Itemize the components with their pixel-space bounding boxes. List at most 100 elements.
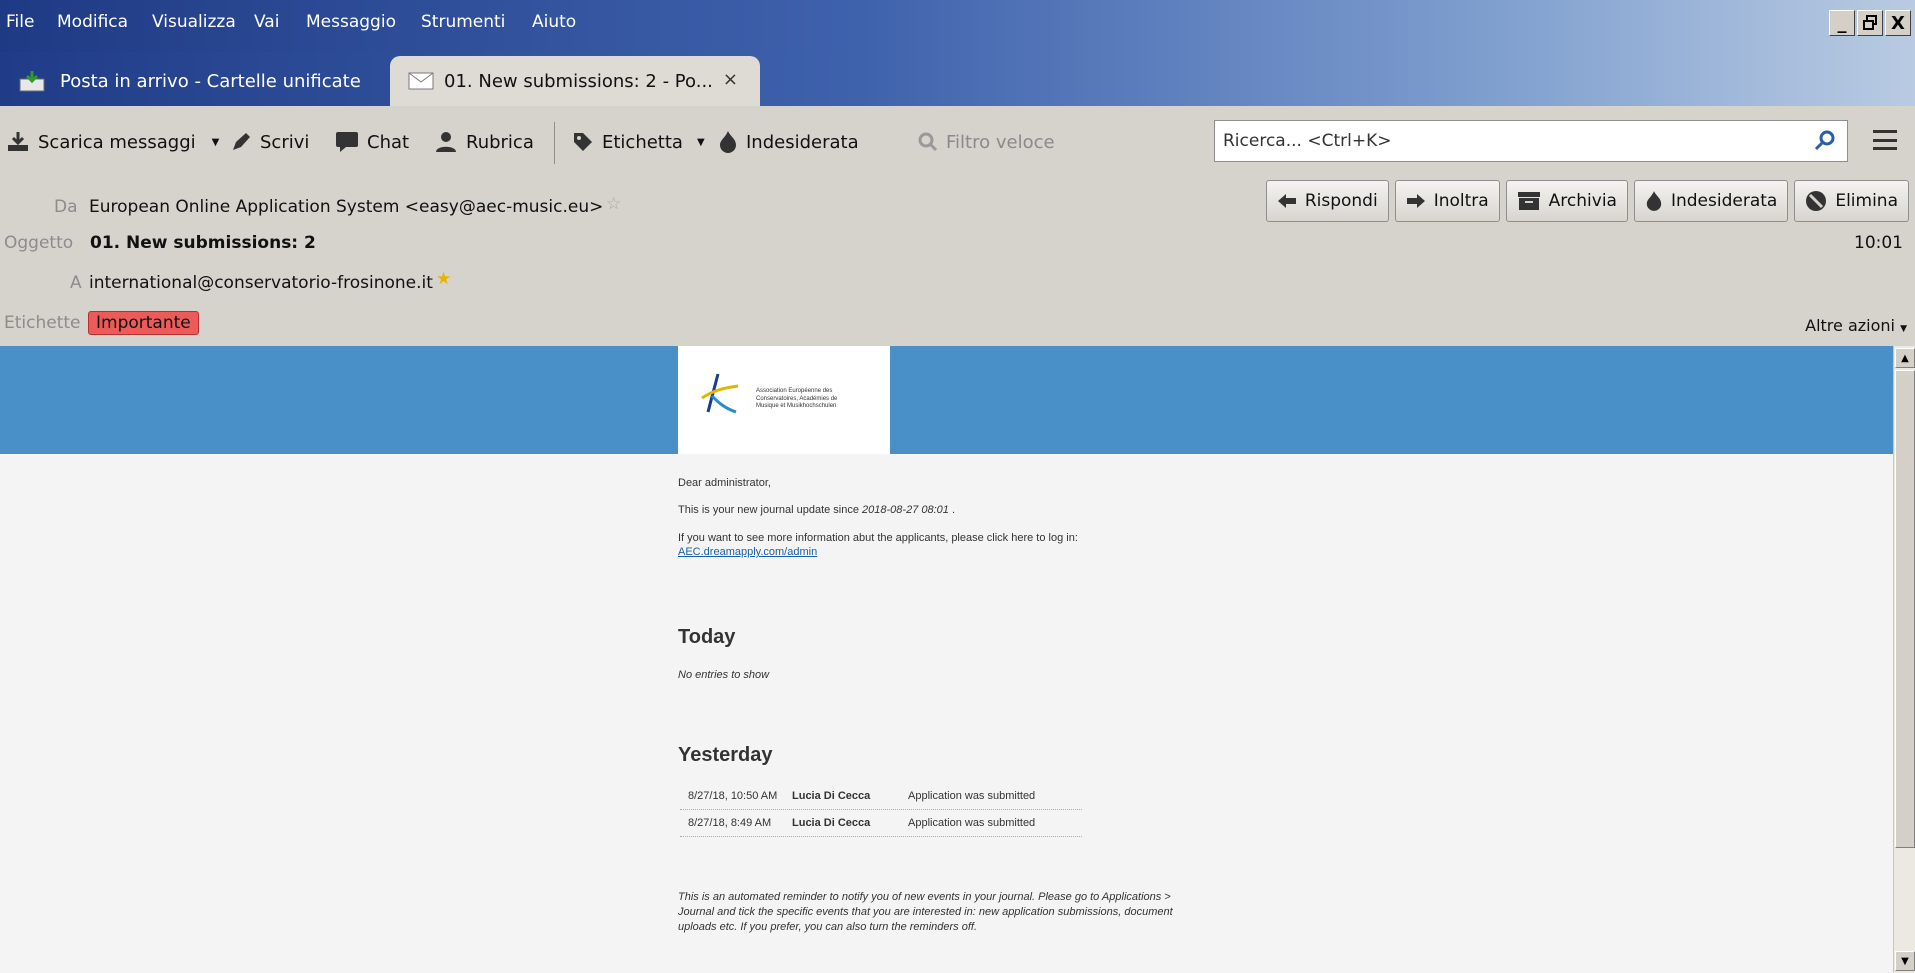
chevron-down-icon[interactable]: ▼ bbox=[697, 137, 705, 148]
write-label: Scrivi bbox=[260, 131, 310, 153]
write-button[interactable]: Scrivi bbox=[230, 126, 309, 158]
get-messages-label: Scarica messaggi bbox=[38, 131, 196, 153]
menu-view[interactable]: Visualizza bbox=[152, 12, 236, 32]
reply-label: Rispondi bbox=[1304, 191, 1378, 211]
from-label: Da bbox=[54, 197, 78, 217]
minimize-button[interactable]: _ bbox=[1829, 10, 1855, 36]
archive-button[interactable]: Archivia bbox=[1505, 180, 1628, 222]
forward-button[interactable]: Inoltra bbox=[1394, 180, 1500, 222]
to-label: A bbox=[70, 273, 82, 293]
update-prefix: This is your new journal update since bbox=[678, 504, 863, 516]
tab-message[interactable]: 01. New submissions: 2 - Po... × bbox=[390, 56, 760, 106]
menu-message[interactable]: Messaggio bbox=[306, 12, 396, 32]
delete-label: Elimina bbox=[1835, 191, 1898, 211]
junk-message-button[interactable]: Indesiderata bbox=[1633, 180, 1789, 222]
footer-note: This is an automated reminder to notify … bbox=[678, 891, 1173, 933]
addressbook-label: Rubrica bbox=[466, 131, 534, 153]
logo-line: Conservatoires, Académies de bbox=[756, 395, 838, 402]
update-suffix: . bbox=[948, 504, 956, 516]
pencil-icon bbox=[233, 133, 250, 150]
journal-row: 8/27/18, 10:50 AM Lucia Di Cecca Applica… bbox=[680, 783, 1082, 810]
junk-label: Indesiderata bbox=[746, 131, 859, 153]
journal-row: 8/27/18, 8:49 AM Lucia Di Cecca Applicat… bbox=[680, 810, 1082, 837]
tag-icon bbox=[574, 133, 592, 151]
entry-event: Application was submitted bbox=[908, 790, 1036, 802]
addressbook-button[interactable]: Rubrica bbox=[434, 126, 534, 158]
journal-update: This is your new journal update since 20… bbox=[678, 504, 955, 516]
scroll-thumb[interactable] bbox=[1895, 370, 1915, 848]
more-actions-label: Altre azioni bbox=[1805, 316, 1895, 335]
chat-icon bbox=[336, 132, 358, 152]
chat-label: Chat bbox=[367, 131, 410, 153]
tab-bar: Posta in arrivo - Cartelle unificate 01.… bbox=[0, 52, 1915, 106]
junk-button[interactable]: Indesiderata bbox=[718, 126, 859, 158]
aec-logo-text: Association Européenne des Conservatoire… bbox=[756, 388, 886, 411]
chevron-down-icon: ▼ bbox=[1900, 324, 1907, 334]
quick-filter-button[interactable]: Filtro veloce bbox=[918, 126, 1055, 158]
app-menu-button[interactable] bbox=[1873, 130, 1897, 150]
star-icon[interactable]: ☆ bbox=[606, 194, 621, 214]
tab-inbox-label: Posta in arrivo - Cartelle unificate bbox=[60, 70, 361, 92]
chevron-down-icon[interactable]: ▼ bbox=[212, 137, 220, 148]
search-icon[interactable] bbox=[1813, 129, 1837, 153]
entry-event: Application was submitted bbox=[908, 817, 1036, 829]
more-actions-button[interactable]: Altre azioni ▼ bbox=[1805, 316, 1907, 335]
message-time: 10:01 bbox=[1854, 233, 1903, 253]
scroll-up-button[interactable]: ▲ bbox=[1895, 348, 1915, 368]
search-placeholder: Ricerca... <Ctrl+K> bbox=[1223, 131, 1392, 151]
inbox-icon bbox=[19, 71, 45, 92]
scroll-down-button[interactable]: ▼ bbox=[1895, 951, 1915, 971]
message-body: Association Européenne des Conservatoire… bbox=[0, 346, 1893, 973]
important-tag[interactable]: Importante bbox=[88, 311, 199, 335]
contacts-icon bbox=[436, 132, 456, 152]
search-input[interactable]: Ricerca... <Ctrl+K> bbox=[1214, 120, 1848, 162]
reply-button[interactable]: Rispondi bbox=[1265, 180, 1389, 222]
chat-button[interactable]: Chat bbox=[335, 126, 409, 158]
menu-bar: File Modifica Visualizza Vai Messaggio S… bbox=[0, 0, 1915, 52]
delete-icon bbox=[1806, 191, 1827, 211]
menu-file[interactable]: File bbox=[6, 12, 34, 32]
today-empty: No entries to show bbox=[678, 669, 770, 681]
message-header: Da European Online Application System <e… bbox=[0, 178, 1915, 346]
vertical-scrollbar[interactable]: ▲ ▼ bbox=[1893, 346, 1915, 973]
restore-icon bbox=[1863, 15, 1877, 30]
yesterday-heading: Yesterday bbox=[678, 744, 773, 766]
email-banner: Association Européenne des Conservatoire… bbox=[0, 346, 1893, 454]
tag-button[interactable]: Etichetta ▼ bbox=[572, 126, 705, 158]
subject-value: 01. New submissions: 2 bbox=[90, 233, 316, 253]
entry-time: 8/27/18, 10:50 AM bbox=[688, 790, 778, 802]
entry-name: Lucia Di Cecca bbox=[792, 817, 871, 829]
tab-inbox[interactable]: Posta in arrivo - Cartelle unificate bbox=[18, 62, 361, 100]
star-icon[interactable]: ★ bbox=[436, 269, 451, 289]
menu-tools[interactable]: Strumenti bbox=[421, 12, 505, 32]
close-window-button[interactable]: X bbox=[1885, 10, 1911, 36]
get-messages-button[interactable]: Scarica messaggi ▼ bbox=[6, 126, 219, 158]
maximize-button[interactable] bbox=[1857, 10, 1883, 36]
from-value[interactable]: European Online Application System <easy… bbox=[89, 197, 603, 217]
today-heading: Today bbox=[678, 626, 736, 648]
thunderbird-window: File Modifica Visualizza Vai Messaggio S… bbox=[0, 0, 1915, 973]
junk-message-label: Indesiderata bbox=[1670, 191, 1778, 211]
window-controls: _ X bbox=[1829, 10, 1911, 36]
menu-help[interactable]: Aiuto bbox=[532, 12, 576, 32]
to-value[interactable]: international@conservatorio-frosinone.it bbox=[89, 273, 433, 293]
reply-arrow-icon bbox=[1277, 194, 1296, 208]
tags-label: Etichette bbox=[4, 313, 81, 333]
toolbar-separator bbox=[554, 122, 555, 164]
subject-label: Oggetto bbox=[4, 233, 74, 253]
update-date: 2018-08-27 08:01 bbox=[862, 504, 949, 516]
entry-name: Lucia Di Cecca bbox=[792, 790, 871, 802]
close-tab-button[interactable]: × bbox=[723, 69, 738, 90]
quick-filter-label: Filtro veloce bbox=[946, 131, 1055, 153]
menu-edit[interactable]: Modifica bbox=[57, 12, 128, 32]
download-icon bbox=[8, 132, 28, 151]
forward-arrow-icon bbox=[1406, 194, 1425, 208]
info-text: If you want to see more information abut… bbox=[678, 532, 1078, 544]
forward-label: Inoltra bbox=[1433, 191, 1489, 211]
menu-go[interactable]: Vai bbox=[254, 12, 279, 32]
admin-link[interactable]: AEC.dreamapply.com/admin bbox=[678, 546, 817, 558]
delete-button[interactable]: Elimina bbox=[1794, 180, 1909, 222]
logo-line: Association Européenne des bbox=[756, 388, 833, 394]
tag-label: Etichetta bbox=[602, 131, 683, 153]
envelope-icon bbox=[408, 72, 434, 90]
